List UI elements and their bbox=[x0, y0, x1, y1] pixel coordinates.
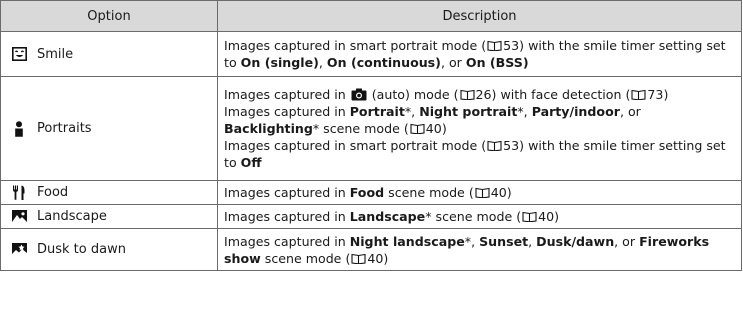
option-cell: Landscape bbox=[0, 204, 218, 229]
description-line: Images captured in Night landscape*, Sun… bbox=[224, 233, 710, 266]
food-icon bbox=[11, 185, 27, 201]
header-row: Option Description bbox=[0, 0, 742, 32]
option-label: Dusk to dawn bbox=[37, 242, 126, 257]
smile-icon bbox=[11, 46, 27, 62]
book-reference-icon bbox=[351, 253, 366, 264]
book-reference-icon bbox=[522, 211, 537, 222]
option-cell: Smile bbox=[0, 31, 218, 77]
description-line: Images captured in (auto) mode (26) with… bbox=[224, 87, 669, 102]
table-row: Portraits Images captured in (auto) mode… bbox=[0, 76, 742, 181]
option-cell: Dusk to dawn bbox=[0, 228, 218, 271]
option-label: Smile bbox=[37, 46, 74, 62]
book-reference-icon bbox=[631, 89, 646, 100]
options-table: Option Description Smile Images captured… bbox=[0, 0, 742, 271]
option-cell: Portraits bbox=[0, 76, 218, 181]
dusk-to-dawn-icon bbox=[11, 242, 27, 258]
description-cell: Images captured in smart portrait mode (… bbox=[217, 31, 742, 77]
description-cell: Images captured in Food scene mode (40) bbox=[217, 180, 742, 205]
description-line: Images captured in Portrait*, Night port… bbox=[224, 104, 641, 136]
camera-icon bbox=[351, 88, 367, 101]
book-reference-icon bbox=[459, 89, 475, 100]
description-cell: Images captured in (auto) mode (26) with… bbox=[217, 76, 742, 181]
description-cell: Images captured in Night landscape*, Sun… bbox=[217, 228, 742, 271]
table-row: Food Images captured in Food scene mode … bbox=[0, 180, 742, 205]
header-description: Description bbox=[217, 0, 742, 32]
option-cell: Food bbox=[0, 180, 218, 205]
book-reference-icon bbox=[487, 140, 502, 151]
table-row: Smile Images captured in smart portrait … bbox=[0, 31, 742, 77]
table-row: Dusk to dawn Images captured in Night la… bbox=[0, 228, 742, 271]
table-row: Landscape Images captured in Landscape* … bbox=[0, 204, 742, 229]
description-line: Images captured in Landscape* scene mode… bbox=[224, 209, 560, 224]
description-cell: Images captured in Landscape* scene mode… bbox=[217, 204, 742, 229]
description-line: Images captured in smart portrait mode (… bbox=[224, 138, 726, 170]
book-reference-icon bbox=[475, 187, 490, 198]
description-line: Images captured in Food scene mode (40) bbox=[224, 185, 512, 200]
option-label: Landscape bbox=[37, 209, 107, 224]
landscape-icon bbox=[11, 209, 27, 225]
header-option: Option bbox=[0, 0, 218, 32]
book-reference-icon bbox=[410, 123, 425, 134]
option-label: Food bbox=[37, 185, 69, 200]
book-reference-icon bbox=[487, 40, 502, 51]
description-line: Images captured in smart portrait mode (… bbox=[224, 38, 726, 70]
option-label: Portraits bbox=[37, 121, 92, 136]
portrait-icon bbox=[11, 120, 27, 137]
